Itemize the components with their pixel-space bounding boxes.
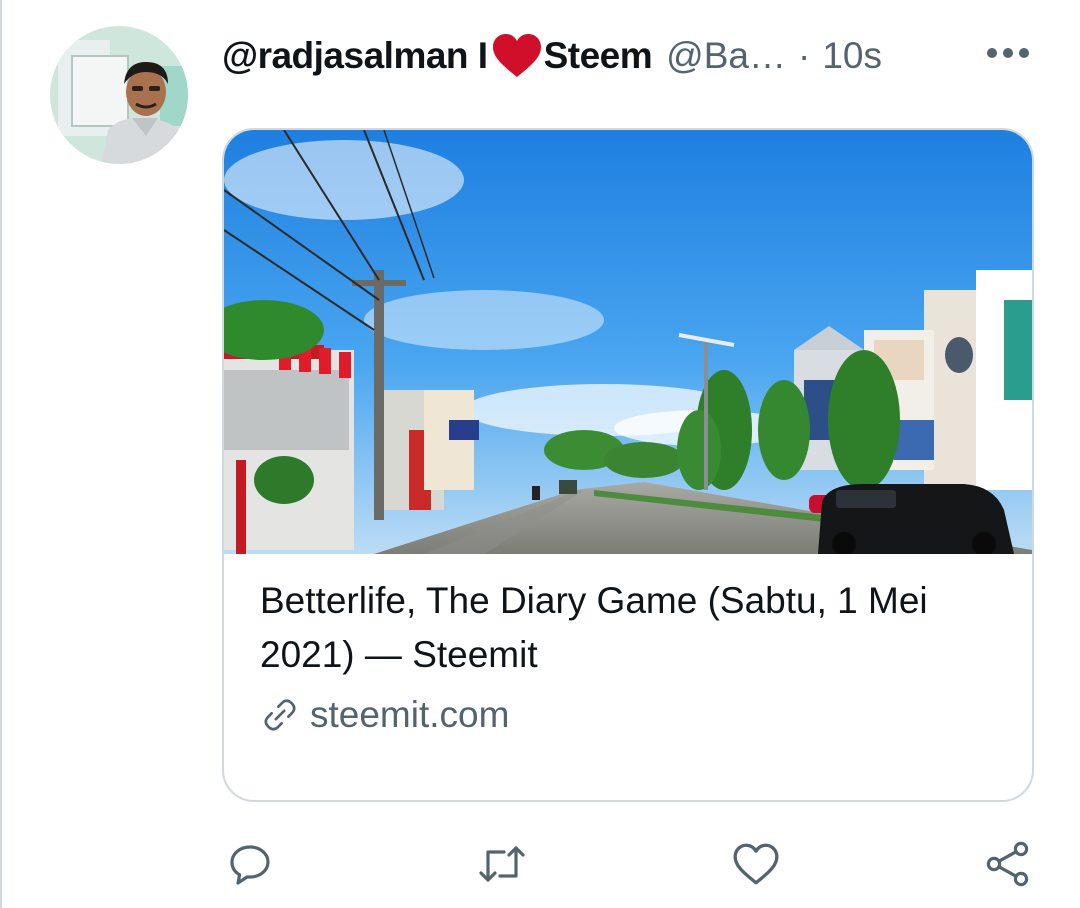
reply-icon [230,845,270,885]
like-icon [733,843,779,885]
share-icon [986,841,1029,887]
tweet-header: @radjasalman I Steem @Ba… · 10s [222,28,1042,84]
card-image [224,130,1032,554]
link-icon [264,699,296,731]
card-title[interactable]: Betterlife, The Diary Game (Sabtu, 1 Mei… [260,574,996,682]
display-name[interactable]: @radjasalman I [222,35,488,77]
like-button[interactable] [728,836,784,892]
card-domain: steemit.com [260,694,996,736]
avatar[interactable] [50,26,188,164]
more-horizontal-icon [987,48,1029,58]
handle[interactable]: @Ba… [666,35,786,77]
display-name-suffix[interactable]: Steem [544,35,653,77]
retweet-button[interactable] [474,836,530,892]
timestamp[interactable]: 10s [822,35,882,77]
reply-button[interactable] [222,836,278,892]
card-domain-text: steemit.com [310,694,510,735]
link-card[interactable]: Betterlife, The Diary Game (Sabtu, 1 Mei… [222,128,1034,802]
retweet-icon [479,846,525,882]
share-button[interactable] [980,836,1036,892]
card-body: Betterlife, The Diary Game (Sabtu, 1 Mei… [224,554,1032,736]
red-heart-icon [492,34,542,78]
action-bar [222,836,1034,892]
tweet: @radjasalman I Steem @Ba… · 10s Betterli… [0,0,1080,908]
separator: · [797,35,811,76]
more-options-button[interactable] [984,38,1032,68]
